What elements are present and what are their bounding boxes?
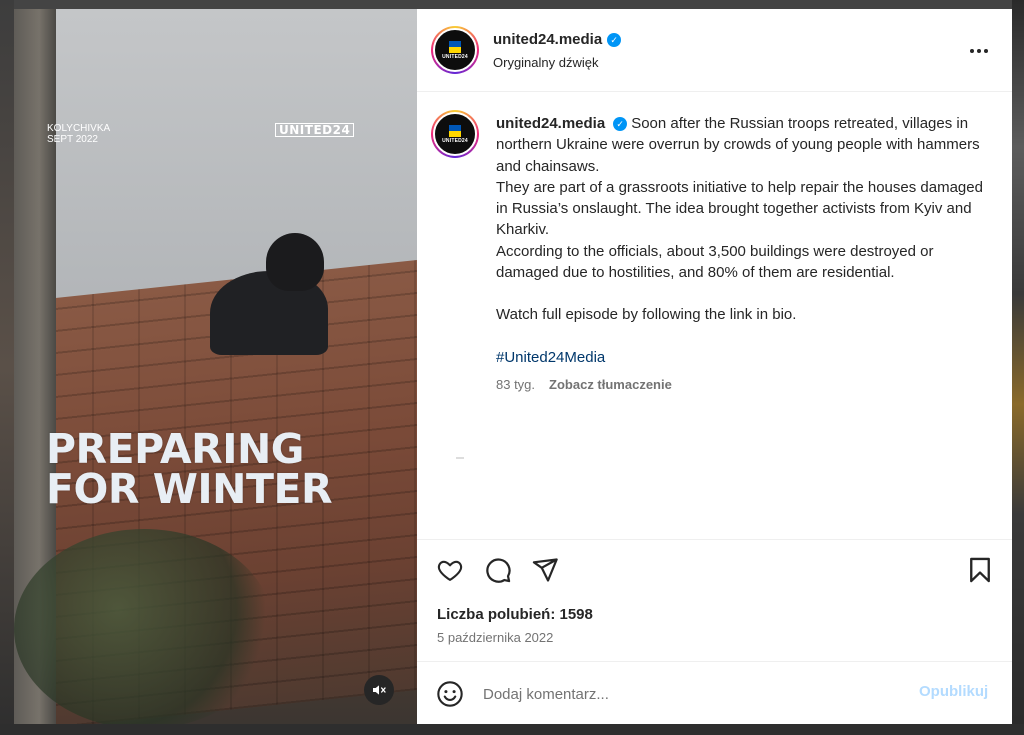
save-button[interactable] — [964, 554, 996, 586]
post-age[interactable]: 83 tyg. — [496, 377, 535, 392]
caption-user: united24.media ✓ — [496, 113, 628, 134]
post-date[interactable]: 5 października 2022 — [437, 630, 553, 645]
caption-avatar[interactable]: UNITED24 — [431, 110, 479, 158]
ukraine-flag-icon — [449, 124, 461, 137]
header-user: united24.media ✓ — [493, 31, 622, 48]
smiley-icon — [437, 681, 463, 707]
video-brand-logo: UNITED24 — [275, 123, 355, 137]
avatar-text: UNITED24 — [442, 53, 468, 60]
heart-icon — [437, 560, 463, 581]
video-headline-line1: PREPARING — [46, 425, 304, 473]
mute-button[interactable] — [364, 675, 394, 705]
original-audio-link[interactable]: Oryginalny dźwięk — [493, 55, 599, 70]
ukraine-flag-icon — [449, 40, 461, 53]
backdrop-right-tile — [1012, 0, 1024, 735]
emoji-button[interactable] — [435, 679, 465, 709]
caption-username[interactable]: united24.media — [496, 113, 605, 134]
backdrop-left-tile — [0, 0, 14, 735]
video-location-place: KOLYCHIVKA — [47, 123, 111, 134]
video-foreground-plant — [14, 529, 274, 724]
action-bar — [417, 554, 1012, 586]
profile-avatar[interactable]: UNITED24 — [431, 26, 479, 74]
verified-badge-icon: ✓ — [607, 32, 622, 47]
caption-paragraph-3: According to the officials, about 3,500 … — [496, 242, 934, 282]
verified-badge-icon: ✓ — [613, 116, 628, 131]
hashtag-link[interactable]: #United24Media — [496, 349, 605, 366]
speaker-muted-icon — [373, 685, 386, 695]
caption-paragraph-4: Watch full episode by following the link… — [496, 306, 797, 324]
comment-bubble-icon — [486, 558, 511, 583]
comment-divider — [417, 661, 1012, 662]
post-video[interactable]: KOLYCHIVKA SEPT 2022 UNITED24 PREPARING … — [14, 9, 417, 724]
divider-mark — [456, 457, 464, 459]
video-location-date: SEPT 2022 — [47, 134, 98, 145]
video-headline-line2: FOR WINTER — [46, 465, 333, 513]
video-headline: PREPARING FOR WINTER — [46, 425, 416, 513]
caption-paragraph-2: They are part of a grassroots initiative… — [496, 178, 983, 239]
share-button[interactable] — [529, 554, 561, 586]
see-translation-button[interactable]: Zobacz tłumaczenie — [549, 377, 672, 392]
post-details-panel: UNITED24 united24.media ✓ Oryginalny dźw… — [417, 9, 1012, 724]
caption-avatar-text: UNITED24 — [442, 137, 468, 144]
video-hooded-person — [210, 231, 328, 355]
paper-plane-icon — [532, 558, 558, 582]
bookmark-icon — [970, 557, 990, 583]
comment-input[interactable] — [483, 683, 903, 705]
comment-composer: Opublikuj — [417, 671, 1012, 717]
backdrop-top — [0, 0, 1024, 9]
caption-meta: 83 tyg. Zobacz tłumaczenie — [496, 377, 672, 392]
actions-divider — [417, 539, 1012, 540]
post-header: UNITED24 united24.media ✓ Oryginalny dźw… — [417, 9, 1012, 92]
publish-button[interactable]: Opublikuj — [919, 683, 988, 700]
video-location: KOLYCHIVKA SEPT 2022 — [47, 123, 110, 145]
comment-button[interactable] — [482, 554, 514, 586]
backdrop-bottom — [0, 724, 1024, 735]
more-options-icon[interactable] — [967, 39, 991, 63]
header-username[interactable]: united24.media — [493, 31, 602, 48]
likes-count[interactable]: Liczba polubień: 1598 — [437, 606, 593, 623]
post-caption: united24.media ✓ Soon after the Russian … — [496, 113, 986, 368]
like-button[interactable] — [434, 554, 466, 586]
